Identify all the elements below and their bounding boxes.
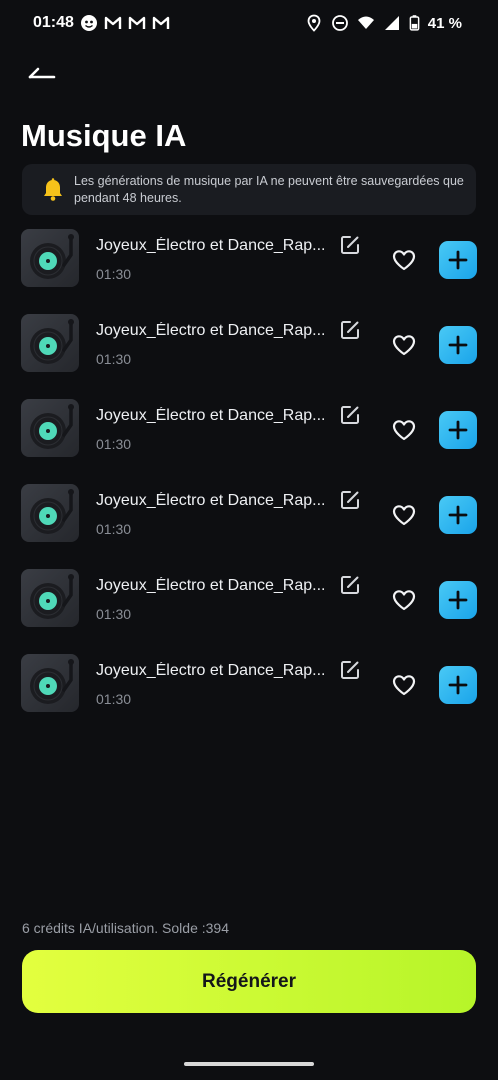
gmail-icon bbox=[104, 16, 122, 29]
wifi-icon bbox=[357, 16, 374, 29]
regenerate-label: Régénérer bbox=[202, 970, 296, 992]
track-title: Joyeux_Électro et Dance_Rap... bbox=[96, 662, 326, 679]
app-icon bbox=[80, 15, 97, 31]
battery-percent: 41 % bbox=[427, 14, 462, 32]
edit-icon[interactable] bbox=[339, 489, 361, 511]
track-title: Joyeux_Électro et Dance_Rap... bbox=[96, 322, 326, 339]
home-indicator[interactable] bbox=[184, 1062, 314, 1066]
plus-icon bbox=[448, 505, 468, 525]
turntable-cover bbox=[21, 569, 79, 627]
add-button[interactable] bbox=[439, 496, 477, 534]
status-bar: 01:48 41 % bbox=[0, 0, 498, 48]
notice-text: Les générations de musique par IA ne peu… bbox=[74, 173, 464, 205]
add-button[interactable] bbox=[439, 581, 477, 619]
turntable-icon bbox=[30, 659, 74, 704]
turntable-icon bbox=[30, 489, 74, 534]
turntable-icon bbox=[30, 574, 74, 619]
heart-icon[interactable] bbox=[391, 673, 417, 697]
turntable-cover bbox=[21, 229, 79, 287]
track-duration: 01:30 bbox=[96, 266, 132, 282]
add-button[interactable] bbox=[439, 411, 477, 449]
signal-icon bbox=[384, 16, 399, 30]
track-title: Joyeux_Électro et Dance_Rap... bbox=[96, 577, 326, 594]
heart-icon[interactable] bbox=[391, 503, 417, 527]
location-icon bbox=[307, 14, 321, 32]
regenerate-button[interactable]: Régénérer bbox=[22, 950, 476, 1013]
track-item[interactable]: Joyeux_Électro et Dance_Rap... 01:30 bbox=[0, 654, 498, 739]
track-item[interactable]: Joyeux_Électro et Dance_Rap... 01:30 bbox=[0, 484, 498, 569]
track-item[interactable]: Joyeux_Électro et Dance_Rap... 01:30 bbox=[0, 399, 498, 484]
track-duration: 01:30 bbox=[96, 351, 132, 367]
edit-icon[interactable] bbox=[339, 234, 361, 256]
notice-banner: Les générations de musique par IA ne peu… bbox=[22, 164, 476, 215]
track-title: Joyeux_Électro et Dance_Rap... bbox=[96, 407, 326, 424]
status-left: 01:48 bbox=[33, 14, 170, 32]
track-item[interactable]: Joyeux_Électro et Dance_Rap... 01:30 bbox=[0, 569, 498, 654]
heart-icon[interactable] bbox=[391, 418, 417, 442]
credits-balance: 6 crédits IA/utilisation. Solde :394 bbox=[22, 920, 230, 936]
turntable-icon bbox=[30, 234, 74, 279]
track-duration: 01:30 bbox=[96, 521, 132, 537]
turntable-cover bbox=[21, 484, 79, 542]
track-title: Joyeux_Électro et Dance_Rap... bbox=[96, 492, 326, 509]
plus-icon bbox=[448, 250, 468, 270]
track-list: Joyeux_Électro et Dance_Rap... 01:30 Joy… bbox=[0, 229, 498, 739]
heart-icon[interactable] bbox=[391, 248, 417, 272]
heart-icon[interactable] bbox=[391, 333, 417, 357]
turntable-cover bbox=[21, 654, 79, 712]
plus-icon bbox=[448, 335, 468, 355]
add-button[interactable] bbox=[439, 241, 477, 279]
track-title: Joyeux_Électro et Dance_Rap... bbox=[96, 237, 326, 254]
edit-icon[interactable] bbox=[339, 659, 361, 681]
status-time: 01:48 bbox=[33, 14, 74, 31]
page-title: Musique IA bbox=[21, 118, 187, 153]
turntable-icon bbox=[30, 319, 74, 364]
plus-icon bbox=[448, 590, 468, 610]
gmail-icon bbox=[152, 16, 170, 29]
status-right: 41 % bbox=[305, 14, 462, 32]
turntable-icon bbox=[30, 404, 74, 449]
edit-icon[interactable] bbox=[339, 404, 361, 426]
gmail-icon bbox=[128, 16, 146, 29]
track-duration: 01:30 bbox=[96, 606, 132, 622]
track-duration: 01:30 bbox=[96, 436, 132, 452]
track-duration: 01:30 bbox=[96, 691, 132, 707]
plus-icon bbox=[448, 675, 468, 695]
heart-icon[interactable] bbox=[391, 588, 417, 612]
do-not-disturb-icon bbox=[331, 15, 348, 31]
back-arrow-icon[interactable] bbox=[24, 60, 64, 90]
bell-icon bbox=[44, 177, 62, 201]
add-button[interactable] bbox=[439, 326, 477, 364]
track-item[interactable]: Joyeux_Électro et Dance_Rap... 01:30 bbox=[0, 314, 498, 399]
turntable-cover bbox=[21, 399, 79, 457]
edit-icon[interactable] bbox=[339, 574, 361, 596]
track-item[interactable]: Joyeux_Électro et Dance_Rap... 01:30 bbox=[0, 229, 498, 314]
plus-icon bbox=[448, 420, 468, 440]
edit-icon[interactable] bbox=[339, 319, 361, 341]
add-button[interactable] bbox=[439, 666, 477, 704]
battery-icon bbox=[409, 15, 420, 31]
turntable-cover bbox=[21, 314, 79, 372]
